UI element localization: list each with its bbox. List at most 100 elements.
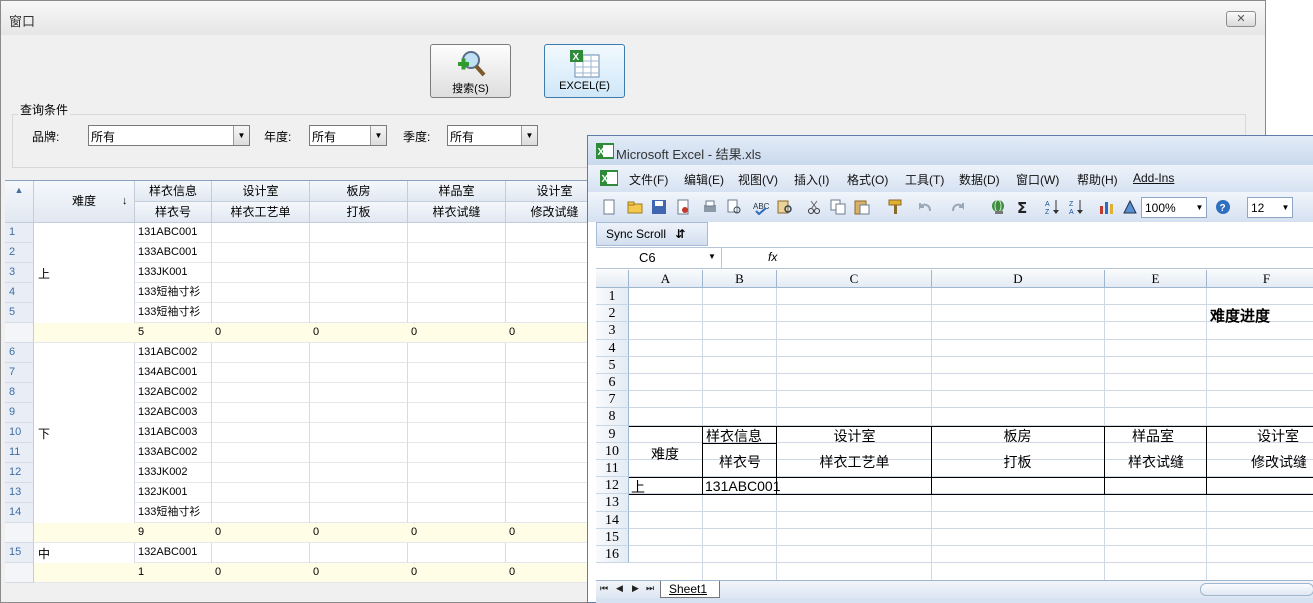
row-header[interactable]: 13 — [596, 494, 629, 512]
excel-doc-icon[interactable]: X — [600, 170, 618, 186]
row-number[interactable]: 8 — [5, 383, 34, 403]
grid-cell[interactable] — [212, 543, 310, 563]
column-header[interactable]: D — [932, 270, 1105, 288]
paste-icon[interactable] — [854, 199, 870, 215]
grid-header-top[interactable]: 样衣信息 — [135, 181, 212, 202]
row-header[interactable]: 7 — [596, 391, 629, 409]
grid-header-sub[interactable]: 打板 — [310, 202, 408, 223]
row-header[interactable]: 1 — [596, 288, 629, 306]
grid-cell[interactable] — [408, 303, 506, 323]
row-number[interactable]: 3 — [5, 263, 34, 283]
grid-cell[interactable] — [212, 303, 310, 323]
zoom-select[interactable]: 100% ▼ — [1141, 197, 1207, 218]
grid-cell[interactable] — [212, 243, 310, 263]
difficulty-cell[interactable] — [34, 483, 135, 503]
chevron-down-icon[interactable]: ▼ — [708, 252, 716, 261]
grid-cell[interactable] — [310, 283, 408, 303]
difficulty-cell[interactable] — [34, 503, 135, 523]
redo-icon[interactable] — [950, 199, 966, 215]
sample-code-cell[interactable]: 133ABC001 — [135, 243, 212, 263]
column-header[interactable]: B — [703, 270, 777, 288]
grid-cell[interactable] — [310, 383, 408, 403]
sample-code-cell[interactable]: 133ABC002 — [135, 443, 212, 463]
close-button[interactable]: ✕ — [1226, 11, 1256, 27]
difficulty-cell[interactable] — [34, 403, 135, 423]
drawing-icon[interactable] — [1122, 199, 1138, 215]
difficulty-cell[interactable] — [34, 443, 135, 463]
last-sheet-icon[interactable]: ⏭ — [646, 583, 654, 594]
difficulty-cell[interactable] — [34, 243, 135, 263]
grid-cell[interactable] — [310, 363, 408, 383]
grid-cell[interactable] — [212, 503, 310, 523]
open-icon[interactable] — [627, 199, 643, 215]
grid-cell[interactable] — [212, 383, 310, 403]
menu-file[interactable]: 文件(F) — [629, 171, 668, 188]
grid-cell[interactable] — [212, 283, 310, 303]
row-header[interactable]: 12 — [596, 477, 629, 495]
grid-cell[interactable] — [212, 463, 310, 483]
menu-window[interactable]: 窗口(W) — [1016, 171, 1059, 188]
grid-cell[interactable] — [212, 263, 310, 283]
grid-cell[interactable] — [408, 403, 506, 423]
grid-cell[interactable] — [310, 543, 408, 563]
row-header[interactable]: 14 — [596, 511, 629, 529]
save-icon[interactable] — [651, 199, 667, 215]
difficulty-cell[interactable] — [34, 303, 135, 323]
row-number[interactable]: 12 — [5, 463, 34, 483]
grid-cell[interactable] — [408, 243, 506, 263]
grid-cell[interactable] — [310, 503, 408, 523]
row-header[interactable]: 9 — [596, 425, 629, 443]
row-number[interactable]: 11 — [5, 443, 34, 463]
row-header[interactable]: 2 — [596, 305, 629, 323]
difficulty-cell[interactable] — [34, 383, 135, 403]
row-number[interactable]: 15 — [5, 543, 34, 563]
chevron-down-icon[interactable]: ▼ — [233, 126, 249, 145]
grid-cell[interactable] — [408, 343, 506, 363]
grid-cell[interactable] — [408, 483, 506, 503]
horizontal-scrollbar[interactable] — [1200, 583, 1313, 596]
excel-button[interactable]: X EXCEL(E) — [544, 44, 625, 98]
new-icon[interactable] — [601, 199, 617, 215]
copy-icon[interactable] — [830, 199, 846, 215]
menu-format[interactable]: 格式(O) — [847, 171, 888, 188]
grid-header-sub[interactable]: 样衣试缝 — [408, 202, 506, 223]
sort-descending-icon[interactable]: ZA — [1069, 199, 1085, 215]
grid-cell[interactable] — [408, 543, 506, 563]
row-number[interactable]: 9 — [5, 403, 34, 423]
difficulty-cell[interactable] — [34, 343, 135, 363]
grid-cell[interactable] — [408, 503, 506, 523]
grid-cell[interactable] — [212, 483, 310, 503]
grid-cell[interactable] — [310, 223, 408, 243]
row-header[interactable]: 11 — [596, 460, 629, 478]
grid-header-sub[interactable]: 样衣工艺单 — [212, 202, 310, 223]
menu-edit[interactable]: 编辑(E) — [684, 171, 724, 188]
hyperlink-icon[interactable] — [990, 199, 1006, 215]
grid-cell[interactable] — [408, 283, 506, 303]
grid-cell[interactable] — [212, 343, 310, 363]
row-number[interactable]: 7 — [5, 363, 34, 383]
first-sheet-icon[interactable]: ⏮ — [600, 583, 608, 594]
menu-data[interactable]: 数据(D) — [959, 171, 1000, 188]
grid-cell[interactable] — [212, 423, 310, 443]
spelling-icon[interactable]: ABC — [753, 199, 769, 215]
sample-code-cell[interactable]: 133短袖寸衫 — [135, 283, 212, 303]
sample-code-cell[interactable]: 133短袖寸衫 — [135, 503, 212, 523]
row-header[interactable]: 3 — [596, 322, 629, 340]
chevron-down-icon[interactable]: ▼ — [1279, 198, 1292, 217]
column-header[interactable]: C — [777, 270, 932, 288]
grid-cell[interactable] — [310, 243, 408, 263]
grid-header-sub[interactable]: 样衣号 — [135, 202, 212, 223]
chevron-down-icon[interactable]: ▼ — [521, 126, 537, 145]
column-header[interactable]: E — [1105, 270, 1207, 288]
menu-view[interactable]: 视图(V) — [738, 171, 778, 188]
sample-code-cell[interactable]: 133JK001 — [135, 263, 212, 283]
name-box[interactable]: C6 — [596, 248, 722, 268]
sheet-tab-sheet1[interactable]: Sheet1 — [660, 581, 720, 598]
sample-code-cell[interactable]: 131ABC001 — [135, 223, 212, 243]
year-select[interactable]: 所有 ▼ — [309, 125, 387, 146]
prev-sheet-icon[interactable]: ◀ — [616, 583, 623, 594]
difficulty-cell[interactable] — [34, 463, 135, 483]
row-number[interactable]: 4 — [5, 283, 34, 303]
sample-code-cell[interactable]: 132ABC001 — [135, 543, 212, 563]
grid-header-top[interactable]: 板房 — [310, 181, 408, 202]
